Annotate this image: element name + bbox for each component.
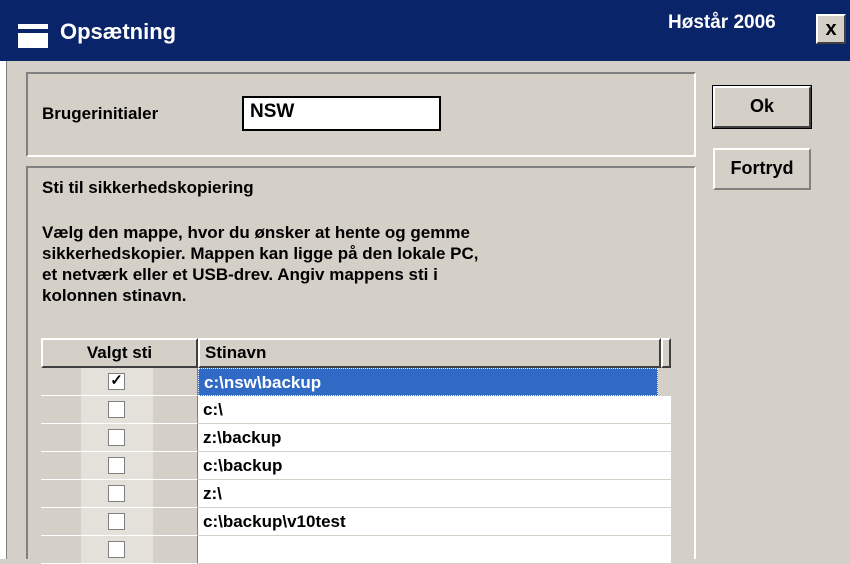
ok-button[interactable]: Ok [713,86,811,128]
path-cell[interactable] [198,536,671,564]
table-row[interactable] [41,536,671,564]
checkbox[interactable] [108,401,125,418]
path-cell[interactable]: z:\backup [198,424,671,452]
table-row[interactable]: c:\backup\v10test [41,508,671,536]
checkbox[interactable] [108,513,125,530]
path-cell[interactable]: z:\ [198,480,671,508]
initials-input[interactable]: NSW [242,96,441,131]
initials-label: Brugerinitialer [42,104,159,123]
table-row[interactable]: z:\ [41,480,671,508]
checkbox[interactable] [108,429,125,446]
row-selector [41,452,198,480]
path-grid: Valgt sti Stinavn ✓ c:\nsw\backup c:\ z:… [41,338,671,564]
cancel-button[interactable]: Fortryd [713,148,811,190]
backup-heading: Sti til sikkerhedskopiering [42,178,254,197]
table-row[interactable]: ✓ c:\nsw\backup [41,368,671,396]
row-selector: ✓ [41,368,198,396]
window-border [0,61,7,559]
path-cell[interactable]: c:\backup [198,452,671,480]
column-header-selected[interactable]: Valgt sti [41,338,198,368]
row-selector [41,536,198,564]
checkbox[interactable] [108,541,125,558]
window-icon [18,24,48,48]
column-header-path[interactable]: Stinavn [198,338,661,368]
table-row[interactable]: c:\ [41,396,671,424]
row-selector [41,508,198,536]
table-row[interactable]: z:\backup [41,424,671,452]
path-cell[interactable]: c:\nsw\backup [198,368,658,396]
window-title: Opsætning [60,19,177,44]
checkbox[interactable]: ✓ [108,373,125,390]
row-selector [41,424,198,452]
path-cell[interactable]: c:\backup\v10test [198,508,671,536]
path-cell[interactable]: c:\ [198,396,671,424]
table-row[interactable]: c:\backup [41,452,671,480]
backup-description: Vælg den mappe, hvor du ønsker at hente … [42,223,479,305]
row-selector [41,396,198,424]
checkbox[interactable] [108,485,125,502]
title-bar: Opsætning Høstår 2006 x [0,0,850,61]
column-header-filler [661,338,671,368]
close-icon[interactable]: x [816,14,846,44]
row-selector [41,480,198,508]
checkmark-icon: ✓ [110,372,123,389]
season-label: Høstår 2006 [668,12,776,33]
checkbox[interactable] [108,457,125,474]
